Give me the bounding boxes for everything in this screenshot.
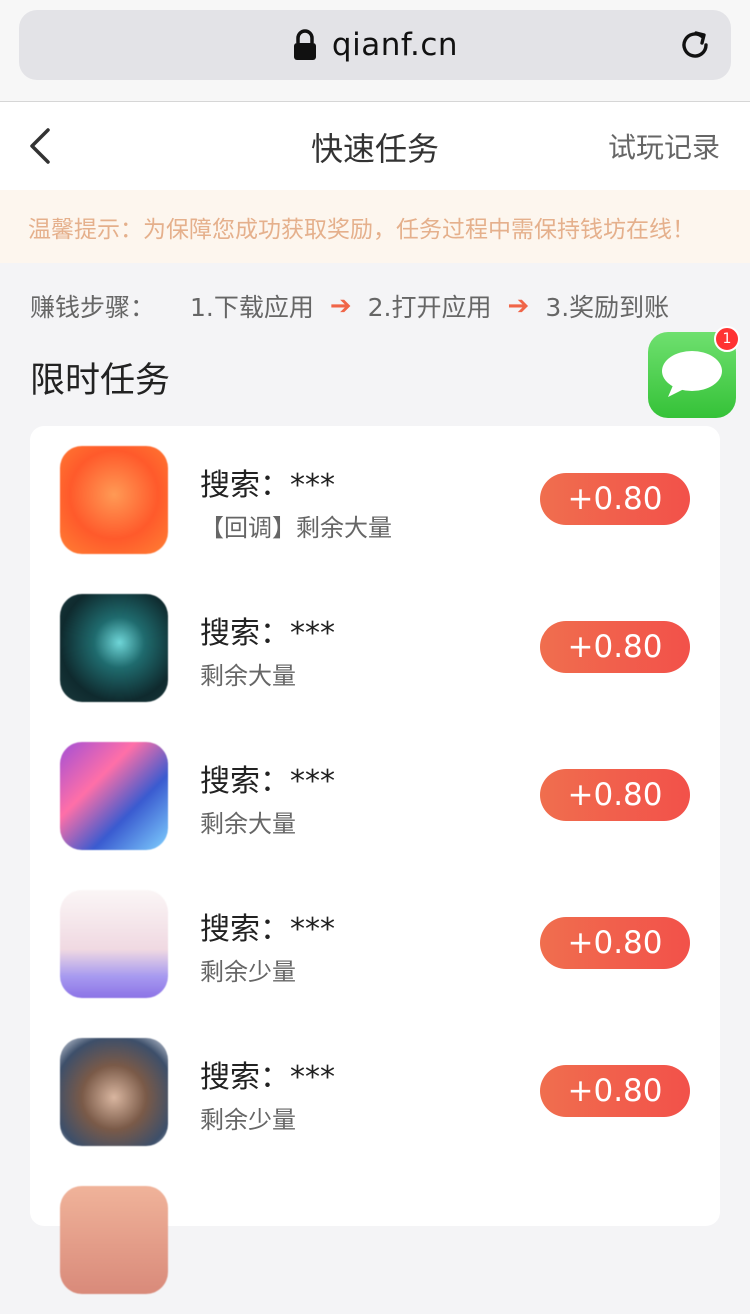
lock-icon <box>293 29 316 60</box>
task-name: 搜索：*** <box>200 1060 335 1095</box>
step-2: 2.打开应用 <box>367 293 492 322</box>
app-icon <box>60 1038 168 1146</box>
reload-icon[interactable] <box>677 27 713 63</box>
earning-steps: 赚钱步骤： 1.下载应用 ➔ 2.打开应用 ➔ 3.奖励到账 <box>0 286 750 326</box>
task-name: 搜索：*** <box>200 468 335 503</box>
reward-button[interactable]: +0.80 <box>540 621 690 673</box>
list-item[interactable]: 搜索：*** 【回调】剩余大量 +0.80 <box>30 426 720 574</box>
step-3: 3.奖励到账 <box>545 293 670 322</box>
browser-bar: qianf.cn <box>0 0 750 102</box>
app-icon <box>60 890 168 998</box>
step-arrow-icon: ➔ <box>507 291 530 321</box>
steps-label: 赚钱步骤： <box>30 293 156 322</box>
task-name: 搜索：*** <box>200 764 335 799</box>
page-header: 快速任务 试玩记录 <box>0 102 750 190</box>
reward-button[interactable]: +0.80 <box>540 1065 690 1117</box>
address-bar[interactable]: qianf.cn <box>19 10 731 80</box>
app-icon <box>60 1186 168 1294</box>
notice-banner: 温馨提示：为保障您成功获取奖励，任务过程中需保持钱坊在线！ <box>0 190 750 263</box>
task-name: 搜索：*** <box>200 616 335 651</box>
step-arrow-icon: ➔ <box>329 291 352 321</box>
task-remaining: 剩余少量 <box>200 1106 296 1134</box>
step-1: 1.下载应用 <box>190 293 314 322</box>
trial-record-link[interactable]: 试玩记录 <box>608 126 720 166</box>
task-list: 搜索：*** 【回调】剩余大量 +0.80 搜索：*** 剩余大量 +0.80 … <box>30 426 720 1294</box>
task-remaining: 剩余大量 <box>200 662 296 690</box>
chat-bubble-icon <box>662 351 722 397</box>
app-icon <box>60 446 168 554</box>
task-remaining: 剩余少量 <box>200 958 296 986</box>
reward-button[interactable]: +0.80 <box>540 769 690 821</box>
task-remaining: 剩余大量 <box>200 810 296 838</box>
reward-button[interactable]: +0.80 <box>540 917 690 969</box>
app-icon <box>60 594 168 702</box>
app-icon <box>60 742 168 850</box>
list-item[interactable] <box>30 1166 720 1314</box>
list-item[interactable]: 搜索：*** 剩余大量 +0.80 <box>30 574 720 722</box>
url-text: qianf.cn <box>331 27 459 63</box>
chat-button[interactable]: 1 <box>648 326 740 418</box>
list-item[interactable]: 搜索：*** 剩余大量 +0.80 <box>30 722 720 870</box>
task-remaining: 【回调】剩余大量 <box>200 514 392 542</box>
list-item[interactable]: 搜索：*** 剩余少量 +0.80 <box>30 870 720 1018</box>
notification-badge: 1 <box>714 326 740 352</box>
list-item[interactable]: 搜索：*** 剩余少量 +0.80 <box>30 1018 720 1166</box>
task-name: 搜索：*** <box>200 912 335 947</box>
section-title: 限时任务 <box>30 361 171 401</box>
reward-button[interactable]: +0.80 <box>540 473 690 525</box>
notice-text: 温馨提示：为保障您成功获取奖励，任务过程中需保持钱坊在线！ <box>28 216 695 243</box>
